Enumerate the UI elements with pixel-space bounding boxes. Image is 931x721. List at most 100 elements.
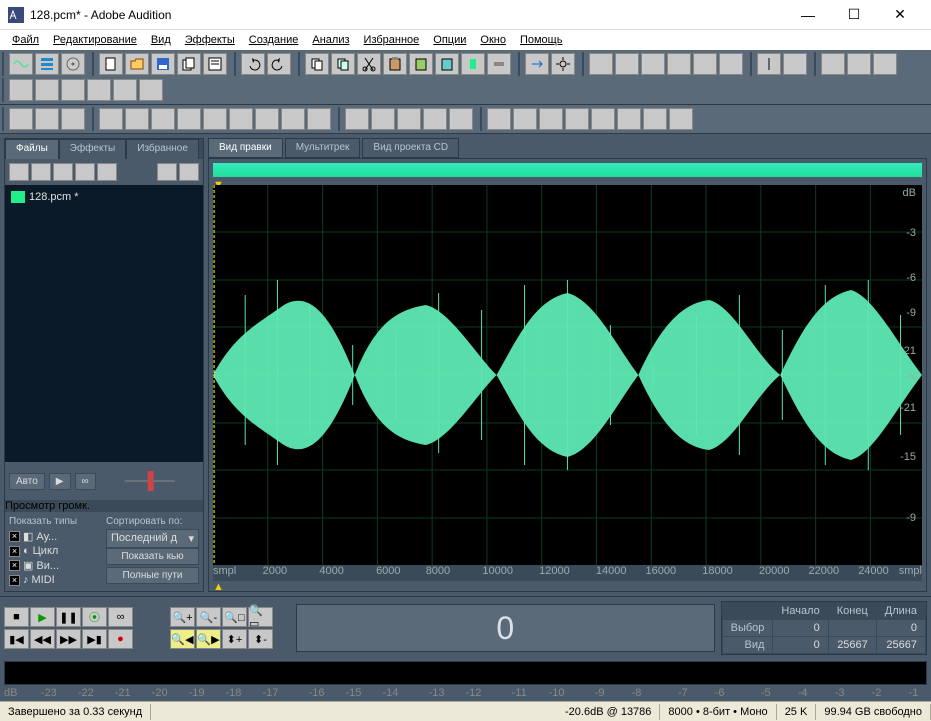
view-edit-tab[interactable]: Вид правки bbox=[208, 138, 283, 158]
tb2-14[interactable] bbox=[371, 108, 395, 130]
play-loop-button[interactable]: ∞ bbox=[108, 607, 133, 627]
menu-file[interactable]: Файл bbox=[6, 32, 45, 48]
tb2-25[interactable] bbox=[669, 108, 693, 130]
save-button[interactable] bbox=[151, 53, 175, 75]
tb-c2[interactable] bbox=[35, 79, 59, 101]
tb-c1[interactable] bbox=[9, 79, 33, 101]
play-to-end-button[interactable]: ⦿ bbox=[82, 607, 107, 627]
time-display[interactable]: 0 bbox=[296, 604, 715, 652]
tb2-6[interactable] bbox=[151, 108, 175, 130]
file-advanced-button[interactable] bbox=[179, 163, 199, 181]
tb2-21[interactable] bbox=[565, 108, 589, 130]
tb-c3[interactable] bbox=[61, 79, 85, 101]
sel-end[interactable] bbox=[828, 620, 876, 637]
zoom-out-v-button[interactable]: ⬍- bbox=[248, 629, 273, 649]
zoom-in-h-button[interactable]: 🔍+ bbox=[170, 607, 195, 627]
type-audio-check[interactable]: ×◧Ау... bbox=[9, 529, 102, 544]
tb-a4[interactable] bbox=[667, 53, 691, 75]
sort-by-dropdown[interactable]: Последний д▾ bbox=[106, 529, 199, 548]
file-item[interactable]: 128.pcm * bbox=[9, 189, 199, 205]
file-list[interactable]: 128.pcm * bbox=[5, 185, 203, 462]
preview-play-button[interactable]: ▶ bbox=[49, 473, 71, 490]
maximize-button[interactable]: ☐ bbox=[831, 0, 877, 30]
menu-view[interactable]: Вид bbox=[145, 32, 177, 48]
tb-a6[interactable] bbox=[719, 53, 743, 75]
tb-a5[interactable] bbox=[693, 53, 717, 75]
tb2-7[interactable] bbox=[177, 108, 201, 130]
loop-preview-button[interactable]: ∞ bbox=[75, 473, 96, 490]
insert-silence-button[interactable] bbox=[487, 53, 511, 75]
sel-len[interactable]: 0 bbox=[876, 620, 925, 637]
forward-button[interactable]: ▶▶ bbox=[56, 629, 81, 649]
tb-b1[interactable] bbox=[821, 53, 845, 75]
type-video-check[interactable]: ×▣Ви... bbox=[9, 558, 102, 573]
trim-button[interactable] bbox=[461, 53, 485, 75]
tb2-24[interactable] bbox=[643, 108, 667, 130]
minimize-button[interactable]: — bbox=[785, 0, 831, 30]
tb-c4[interactable] bbox=[87, 79, 111, 101]
tb2-23[interactable] bbox=[617, 108, 641, 130]
show-cues-button[interactable]: Показать кью bbox=[106, 548, 199, 565]
full-paths-button[interactable]: Полные пути bbox=[106, 567, 199, 584]
go-end-button[interactable]: ▶▮ bbox=[82, 629, 107, 649]
settings-button[interactable] bbox=[551, 53, 575, 75]
zoom-full-button[interactable]: 🔍□ bbox=[222, 607, 247, 627]
close-button[interactable]: ✕ bbox=[877, 0, 923, 30]
tab-files[interactable]: Файлы bbox=[5, 139, 59, 159]
menu-edit[interactable]: Редактирование bbox=[47, 32, 143, 48]
tb-a3[interactable] bbox=[641, 53, 665, 75]
file-insert-mt-button[interactable] bbox=[53, 163, 73, 181]
tb-b3[interactable] bbox=[873, 53, 897, 75]
type-midi-check[interactable]: ×♪MIDI bbox=[9, 573, 102, 587]
menu-help[interactable]: Помощь bbox=[514, 32, 569, 48]
tb2-9[interactable] bbox=[229, 108, 253, 130]
zoom-in-left-button[interactable]: 🔍◀ bbox=[170, 629, 195, 649]
level-meter[interactable] bbox=[4, 661, 927, 685]
tb-a1[interactable] bbox=[589, 53, 613, 75]
mix-paste-button[interactable] bbox=[409, 53, 433, 75]
file-options-button[interactable] bbox=[157, 163, 177, 181]
tb2-19[interactable] bbox=[513, 108, 537, 130]
tb2-8[interactable] bbox=[203, 108, 227, 130]
auto-play-button[interactable]: Авто bbox=[9, 473, 45, 490]
copy-to-new-button[interactable] bbox=[177, 53, 201, 75]
play-button[interactable]: ▶ bbox=[30, 607, 55, 627]
new-button[interactable] bbox=[99, 53, 123, 75]
tb-c5[interactable] bbox=[113, 79, 137, 101]
tb2-18[interactable] bbox=[487, 108, 511, 130]
file-import-button[interactable] bbox=[9, 163, 29, 181]
pause-button[interactable]: ❚❚ bbox=[56, 607, 81, 627]
menu-options[interactable]: Опции bbox=[427, 32, 472, 48]
copy-new-button[interactable] bbox=[331, 53, 355, 75]
copy-button[interactable] bbox=[305, 53, 329, 75]
convert-button[interactable] bbox=[525, 53, 549, 75]
tb-a2[interactable] bbox=[615, 53, 639, 75]
rewind-button[interactable]: ◀◀ bbox=[30, 629, 55, 649]
tb-c6[interactable] bbox=[139, 79, 163, 101]
view-multitrack-tab[interactable]: Мультитрек bbox=[285, 138, 361, 158]
menu-generate[interactable]: Создание bbox=[243, 32, 305, 48]
sel-start[interactable]: 0 bbox=[773, 620, 828, 637]
menu-analyze[interactable]: Анализ bbox=[306, 32, 355, 48]
file-close-button[interactable] bbox=[31, 163, 51, 181]
go-start-button[interactable]: ▮◀ bbox=[4, 629, 29, 649]
tb-b2[interactable] bbox=[847, 53, 871, 75]
paste-new-button[interactable] bbox=[435, 53, 459, 75]
view-cd-tab[interactable]: Вид проекта CD bbox=[362, 138, 459, 158]
mode-cd-button[interactable] bbox=[61, 53, 85, 75]
file-edit-button[interactable] bbox=[97, 163, 117, 181]
record-button[interactable]: ● bbox=[108, 629, 133, 649]
view-len[interactable]: 25667 bbox=[876, 637, 925, 654]
open-button[interactable] bbox=[125, 53, 149, 75]
stop-button[interactable]: ■ bbox=[4, 607, 29, 627]
cursor-tool-button[interactable] bbox=[757, 53, 781, 75]
tb2-12[interactable] bbox=[307, 108, 331, 130]
navigator-bar[interactable] bbox=[213, 163, 922, 177]
zoom-selection-button[interactable]: 🔍▭ bbox=[248, 607, 273, 627]
view-start[interactable]: 0 bbox=[773, 637, 828, 654]
tb2-4[interactable] bbox=[99, 108, 123, 130]
tb2-3[interactable] bbox=[61, 108, 85, 130]
waveform-display[interactable]: dB -3 -6 -9 -21 -∞ -21 -15 -9 bbox=[213, 185, 922, 565]
tb2-22[interactable] bbox=[591, 108, 615, 130]
tb2-10[interactable] bbox=[255, 108, 279, 130]
